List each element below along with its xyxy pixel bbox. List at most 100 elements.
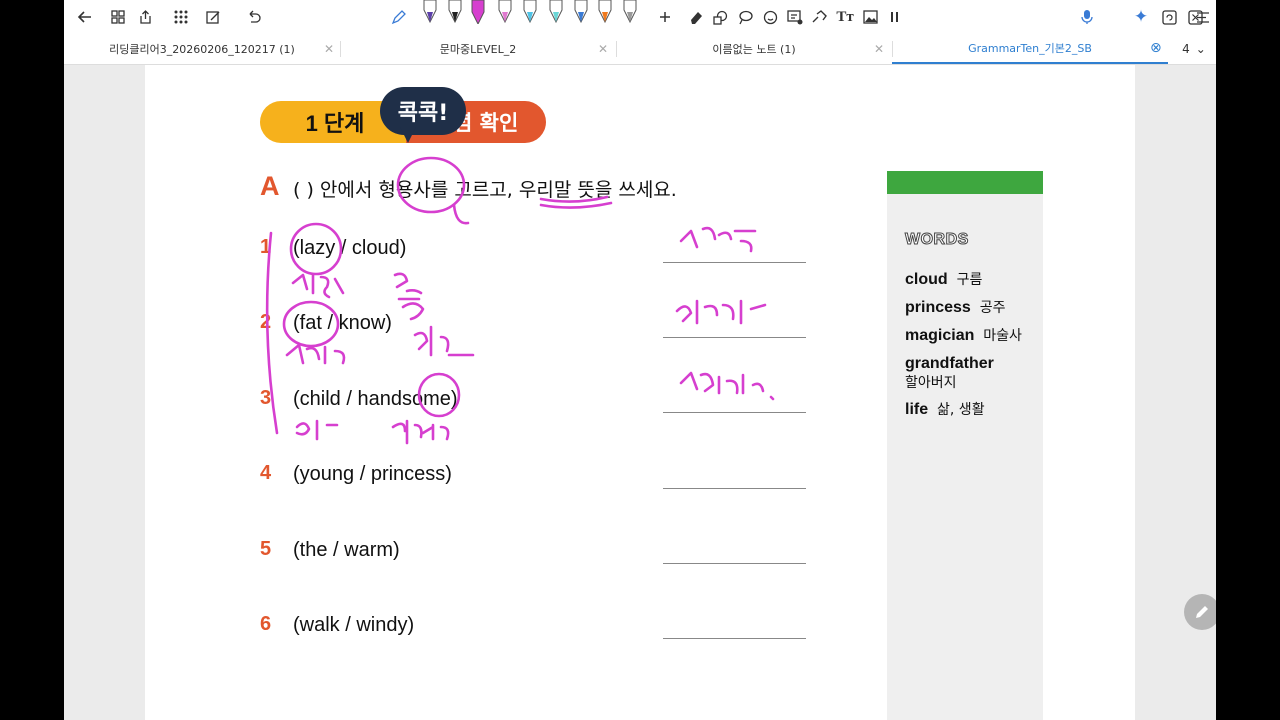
word-en: cloud [905, 271, 948, 288]
answer-line[interactable] [663, 262, 806, 263]
undo-icon[interactable] [242, 6, 264, 28]
lasso-icon[interactable] [734, 6, 756, 28]
answer-line[interactable] [663, 337, 806, 338]
menu-icon[interactable] [1192, 6, 1214, 28]
ink-word [291, 273, 345, 299]
question-number: 2 [260, 311, 272, 333]
word-entry: grandfather 할아버지 [905, 354, 1041, 393]
pen-cyan-icon[interactable] [521, 0, 539, 24]
pencil-icon [1196, 606, 1208, 618]
answer-line[interactable] [663, 563, 806, 564]
answer-line[interactable] [663, 412, 806, 413]
tab-label: 문마중LEVEL_2 [439, 43, 517, 56]
ink-underline [539, 201, 613, 209]
word-ko: 구름 [956, 272, 983, 288]
word-ko: 마술사 [983, 328, 1022, 344]
tab-close-icon[interactable]: ✕ [874, 42, 884, 56]
ink-answer [675, 299, 767, 325]
word-entry: princess 공주 [905, 298, 1041, 318]
words-panel: WORDS cloud 구름 princess 공주 magician 마술사 … [887, 194, 1043, 720]
pause-icon[interactable] [884, 6, 906, 28]
pen-purple-icon[interactable] [421, 0, 439, 24]
back-icon[interactable] [74, 6, 96, 28]
pen-orange-icon[interactable] [596, 0, 614, 24]
pen-teal-icon[interactable] [547, 0, 565, 24]
grid-icon[interactable] [107, 6, 129, 28]
ink-word [285, 343, 346, 365]
answer-line[interactable] [663, 638, 806, 639]
ink-answer [679, 226, 757, 253]
words-header-bar [887, 171, 1043, 194]
text-icon[interactable]: Tт [834, 6, 856, 28]
image-icon[interactable] [859, 6, 881, 28]
ink-word [413, 325, 475, 357]
question-number: 4 [260, 462, 272, 484]
word-ko: 할아버지 [905, 375, 957, 391]
answer-line[interactable] [663, 488, 806, 489]
word-entry: magician 마술사 [905, 326, 1041, 346]
tab-untitled-note[interactable]: 이름없는 노트 (1) [616, 34, 892, 64]
ink-answer [679, 371, 775, 401]
apps-icon[interactable] [170, 6, 192, 28]
tab-bar: 리딩클리어3_20260206_120217 (1) ✕ 문마중LEVEL_2 … [64, 34, 1216, 65]
word-ko: 삶, 생활 [937, 402, 985, 418]
edit-doc-icon[interactable] [202, 6, 224, 28]
tab-close-icon[interactable]: ✕ [324, 42, 334, 56]
tab-count-label: 4 [1182, 42, 1190, 56]
speech-bubble: 콕콕! [380, 87, 466, 135]
add-icon[interactable] [654, 6, 676, 28]
tab-grammarten[interactable]: GrammarTen_기본2_SB [892, 34, 1168, 64]
document-page[interactable]: 1 단계 개념 확인 콕콕! A ( ) 안에서 형용사를 고르고, 우리말 뜻… [145, 65, 1135, 720]
word-en: life [905, 401, 929, 418]
tab-label: GrammarTen_기본2_SB [968, 42, 1092, 55]
export-icon[interactable] [134, 6, 156, 28]
tab-reading-clear[interactable]: 리딩클리어3_20260206_120217 (1) [64, 34, 340, 64]
question-text: (young / princess) [293, 463, 452, 485]
word-entry: cloud 구름 [905, 270, 1041, 290]
instruction: ( ) 안에서 형용사를 고르고, 우리말 뜻을 쓰세요. [293, 179, 677, 201]
word-entry: life 삶, 생활 [905, 400, 1041, 420]
question-text: (the / warm) [293, 539, 400, 561]
sticker-icon[interactable] [759, 6, 781, 28]
text-box-icon[interactable] [784, 6, 806, 28]
tab-label: 이름없는 노트 (1) [712, 43, 796, 56]
section-letter: A [260, 171, 280, 201]
word-en: princess [905, 299, 971, 316]
question-text: (lazy / cloud) [293, 237, 407, 259]
top-toolbar: Tт ✦ [64, 0, 1216, 34]
speech-bubble-tail [400, 127, 416, 143]
ink-word [393, 272, 423, 301]
eraser-icon[interactable] [685, 6, 707, 28]
pen-blue-icon[interactable] [572, 0, 590, 24]
note-app: Tт ✦ 리딩클리어3_20260206_120217 (1) ✕ 문마중LEV… [64, 0, 1216, 720]
ai-sparkle-icon[interactable]: ✦ [1130, 6, 1152, 28]
pen-black-icon[interactable] [446, 0, 464, 24]
pen-tool-icon[interactable] [387, 6, 409, 28]
question-number: 3 [260, 387, 272, 409]
shapes-icon[interactable] [709, 6, 731, 28]
tab-close-active-icon[interactable]: ⊗ [1150, 40, 1162, 56]
step-header: 1 단계 개념 확인 콕콕! [260, 87, 546, 143]
question-number: 6 [260, 613, 272, 635]
tab-close-icon[interactable]: ✕ [598, 42, 608, 56]
word-ko: 공주 [979, 300, 1006, 316]
word-en: grandfather [905, 355, 994, 372]
words-title: WORDS [905, 231, 969, 249]
tab-count[interactable]: 4 ⌄ [1174, 34, 1214, 64]
ink-word [295, 419, 339, 441]
link-icon[interactable] [808, 6, 830, 28]
pen-magenta-icon[interactable] [469, 0, 487, 24]
sync-icon[interactable] [1158, 6, 1180, 28]
word-en: magician [905, 327, 975, 344]
question-text: (fat / know) [293, 312, 392, 334]
ink-word [391, 419, 450, 445]
edit-fab[interactable] [1184, 594, 1216, 630]
tab-munmajung[interactable]: 문마중LEVEL_2 [340, 34, 616, 64]
ink-arrow [401, 302, 425, 321]
tab-label: 리딩클리어3_20260206_120217 (1) [109, 43, 295, 56]
pen-pink-icon[interactable] [496, 0, 514, 24]
pen-gray-icon[interactable] [621, 0, 639, 24]
question-number: 1 [260, 236, 272, 258]
mic-icon[interactable] [1076, 6, 1098, 28]
chevron-down-icon: ⌄ [1195, 42, 1206, 56]
